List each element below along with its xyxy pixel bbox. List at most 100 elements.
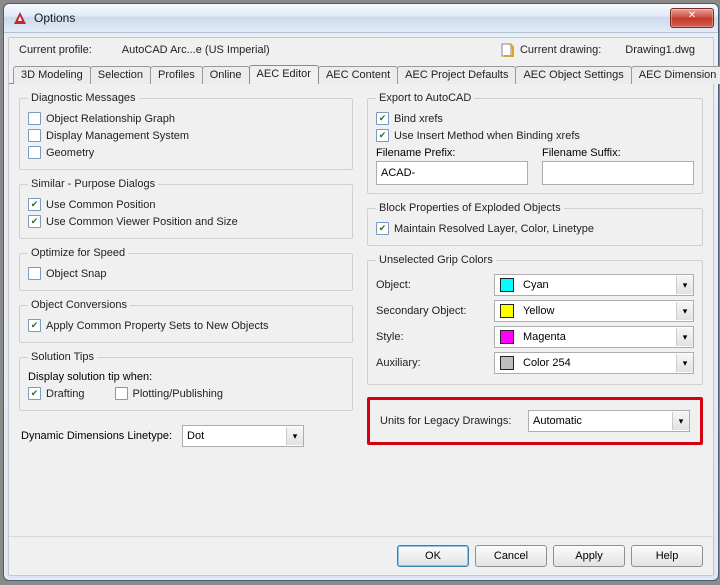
tab-aec-editor[interactable]: AEC Editor [249, 65, 319, 84]
row-grip-style: Style: Magenta▾ [376, 324, 694, 350]
ok-button[interactable]: OK [397, 545, 469, 567]
group-unselected-grip-colors: Unselected Grip Colors Object: Cyan▾ Sec… [367, 254, 703, 385]
window-title: Options [34, 11, 670, 25]
group-object-conversions: Object Conversions Apply Common Property… [19, 299, 353, 343]
lbl-grip-style: Style: [376, 331, 486, 343]
app-icon [12, 10, 28, 26]
chk-insert-method-binding[interactable] [376, 129, 389, 142]
group-diagnostic-messages: Diagnostic Messages Object Relationship … [19, 92, 353, 170]
select-dynamic-dimensions-value: Dot [183, 430, 286, 442]
close-icon: ✕ [688, 10, 696, 21]
chevron-down-icon: ▾ [676, 302, 693, 320]
select-grip-style[interactable]: Magenta▾ [494, 326, 694, 348]
group-export-autocad: Export to AutoCAD Bind xrefs Use Insert … [367, 92, 703, 194]
tab-aec-object-settings[interactable]: AEC Object Settings [515, 66, 631, 84]
group-block-properties: Block Properties of Exploded Objects Mai… [367, 202, 703, 246]
tab-profiles[interactable]: Profiles [150, 66, 203, 84]
input-filename-suffix[interactable] [542, 161, 694, 185]
lbl-maintain-resolved: Maintain Resolved Layer, Color, Linetype [394, 223, 594, 235]
legend-diagnostic: Diagnostic Messages [28, 92, 139, 104]
tab-aec-dimension[interactable]: AEC Dimension [631, 66, 720, 84]
tabstrip: 3D Modeling Selection Profiles Online AE… [9, 60, 713, 84]
lbl-grip-object: Object: [376, 279, 486, 291]
lbl-use-common-viewer: Use Common Viewer Position and Size [46, 216, 238, 228]
chk-bind-xrefs[interactable] [376, 112, 389, 125]
lbl-object-relationship-graph: Object Relationship Graph [46, 113, 175, 125]
lbl-apply-common-property-sets: Apply Common Property Sets to New Object… [46, 320, 269, 332]
lbl-plotting-publishing: Plotting/Publishing [133, 388, 224, 400]
lbl-insert-method-binding: Use Insert Method when Binding xrefs [394, 130, 580, 142]
swatch-cyan [500, 278, 514, 292]
chk-row-geom: Geometry [28, 144, 344, 161]
chk-use-common-viewer[interactable] [28, 215, 41, 228]
select-dynamic-dimensions[interactable]: Dot ▾ [182, 425, 304, 447]
lbl-grip-auxiliary: Auxiliary: [376, 357, 486, 369]
chk-row-org: Object Relationship Graph [28, 110, 344, 127]
current-profile-value: AutoCAD Arc...e (US Imperial) [122, 44, 270, 56]
tab-3d-modeling[interactable]: 3D Modeling [13, 66, 91, 84]
current-profile-label: Current profile: [19, 44, 92, 56]
dialog-content: Current profile: AutoCAD Arc...e (US Imp… [8, 37, 714, 576]
tab-aec-project-defaults[interactable]: AEC Project Defaults [397, 66, 516, 84]
chk-apply-common-property-sets[interactable] [28, 319, 41, 332]
legend-conv: Object Conversions [28, 299, 130, 311]
chevron-down-icon: ▾ [286, 427, 303, 445]
lbl-display-management-system: Display Management System [46, 130, 189, 142]
row-grip-object: Object: Cyan▾ [376, 272, 694, 298]
legend-tips: Solution Tips [28, 351, 97, 363]
chk-geometry[interactable] [28, 146, 41, 159]
group-optimize-speed: Optimize for Speed Object Snap [19, 247, 353, 291]
chk-drafting[interactable] [28, 387, 41, 400]
select-grip-auxiliary[interactable]: Color 254▾ [494, 352, 694, 374]
lbl-object-snap: Object Snap [46, 268, 107, 280]
chevron-down-icon: ▾ [676, 354, 693, 372]
dialog-button-row: OK Cancel Apply Help [9, 536, 713, 575]
current-drawing-value: Drawing1.dwg [625, 44, 695, 56]
row-grip-auxiliary: Auxiliary: Color 254▾ [376, 350, 694, 376]
close-button[interactable]: ✕ [670, 8, 714, 28]
swatch-magenta [500, 330, 514, 344]
tab-aec-content[interactable]: AEC Content [318, 66, 398, 84]
titlebar: Options ✕ [4, 4, 718, 33]
legend-block: Block Properties of Exploded Objects [376, 202, 564, 214]
legend-export: Export to AutoCAD [376, 92, 474, 104]
chk-object-relationship-graph[interactable] [28, 112, 41, 125]
apply-button[interactable]: Apply [553, 545, 625, 567]
swatch-yellow [500, 304, 514, 318]
lbl-geometry: Geometry [46, 147, 94, 159]
help-button[interactable]: Help [631, 545, 703, 567]
chk-plotting-publishing[interactable] [115, 387, 128, 400]
tab-online[interactable]: Online [202, 66, 250, 84]
legacy-units-highlight: Units for Legacy Drawings: Automatic▾ [367, 397, 703, 445]
lbl-display-tip-when: Display solution tip when: [28, 369, 344, 385]
tab-selection[interactable]: Selection [90, 66, 151, 84]
dynamic-dimensions-row: Dynamic Dimensions Linetype: Dot ▾ [19, 425, 353, 447]
input-filename-prefix[interactable] [376, 161, 528, 185]
profile-row: Current profile: AutoCAD Arc...e (US Imp… [9, 38, 713, 60]
chk-use-common-position[interactable] [28, 198, 41, 211]
chevron-down-icon: ▾ [676, 276, 693, 294]
row-legacy-units: Units for Legacy Drawings: Automatic▾ [380, 408, 690, 434]
lbl-grip-secondary: Secondary Object: [376, 305, 486, 317]
legend-speed: Optimize for Speed [28, 247, 128, 259]
drawing-icon [500, 42, 516, 58]
select-grip-secondary[interactable]: Yellow▾ [494, 300, 694, 322]
select-legacy-units[interactable]: Automatic▾ [528, 410, 690, 432]
lbl-bind-xrefs: Bind xrefs [394, 113, 443, 125]
lbl-filename-prefix: Filename Prefix: [376, 147, 528, 159]
aec-editor-panel: Diagnostic Messages Object Relationship … [9, 83, 713, 536]
lbl-filename-suffix: Filename Suffix: [542, 147, 694, 159]
chk-object-snap[interactable] [28, 267, 41, 280]
swatch-color254 [500, 356, 514, 370]
chevron-down-icon: ▾ [672, 412, 689, 430]
select-grip-object[interactable]: Cyan▾ [494, 274, 694, 296]
chk-display-management-system[interactable] [28, 129, 41, 142]
cancel-button[interactable]: Cancel [475, 545, 547, 567]
lbl-dynamic-dimensions: Dynamic Dimensions Linetype: [21, 430, 172, 442]
legend-similar: Similar - Purpose Dialogs [28, 178, 158, 190]
chk-maintain-resolved[interactable] [376, 222, 389, 235]
row-grip-secondary: Secondary Object: Yellow▾ [376, 298, 694, 324]
lbl-use-common-position: Use Common Position [46, 199, 155, 211]
group-solution-tips: Solution Tips Display solution tip when:… [19, 351, 353, 411]
chevron-down-icon: ▾ [676, 328, 693, 346]
